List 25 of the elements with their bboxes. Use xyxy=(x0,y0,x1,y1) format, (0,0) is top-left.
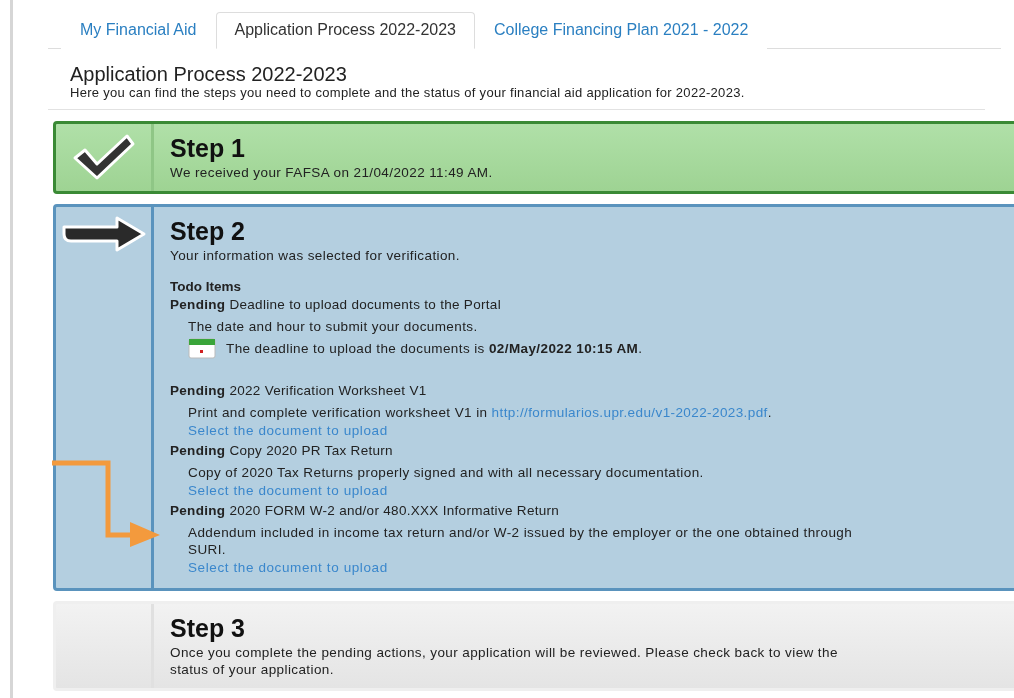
todo-item-description: Copy of 2020 Tax Returns properly signed and with all necessary documentation. xyxy=(188,464,705,481)
todo-item-title: Pending 2020 FORM W-2 and/or 480.XXX Informative Return xyxy=(170,502,561,520)
calendar-icon xyxy=(188,337,216,359)
step-title: Step 2 xyxy=(170,217,247,245)
step-text: Once you complete the pending actions, your application will be reviewed. Please check back to view the status of your application. xyxy=(170,644,839,678)
todo-item-description: Print and complete verification worksheet V1 in http://formularios.upr.edu/v1-2022-2023.pdf. xyxy=(188,404,773,421)
step-text: We received your FAFSA on 21/04/2022 11:49 AM. xyxy=(170,164,494,181)
tab[interactable]: Application Process 2022-2023 xyxy=(215,12,475,49)
deadline-text: The deadline to upload the documents is 02/May/2022 10:15 AM. xyxy=(226,340,643,356)
page-description: Here you can find the steps you need to complete and the status of your financial aid application for 2022-2023. xyxy=(70,85,746,101)
right-arrow-icon xyxy=(60,215,147,253)
step-text: Your information was selected for verification. xyxy=(170,247,461,264)
upload-link[interactable]: Select the document to upload xyxy=(188,483,388,499)
todo-item-description: Addendum included in income tax return and/or W-2 issued by the employer or the one obtained through SURI. xyxy=(188,524,854,558)
todo-item-title: Pending Deadline to upload documents to the Portal xyxy=(170,296,502,314)
todo-heading: Todo Items xyxy=(170,278,242,295)
todo-item-description: The date and hour to submit your documents. xyxy=(188,318,479,335)
page-title: Application Process 2022-2023 xyxy=(70,63,348,85)
step-title: Step 1 xyxy=(170,134,247,162)
upload-link[interactable]: Select the document to upload xyxy=(188,560,388,576)
todo-item-title: Pending Copy 2020 PR Tax Return xyxy=(170,442,394,460)
todo-item-title: Pending 2022 Verification Worksheet V1 xyxy=(170,382,428,400)
upload-link[interactable]: Select the document to upload xyxy=(188,423,388,439)
worksheet-link[interactable]: http://formularios.upr.edu/v1-2022-2023.pdf xyxy=(491,405,768,420)
step-title: Step 3 xyxy=(170,614,247,642)
